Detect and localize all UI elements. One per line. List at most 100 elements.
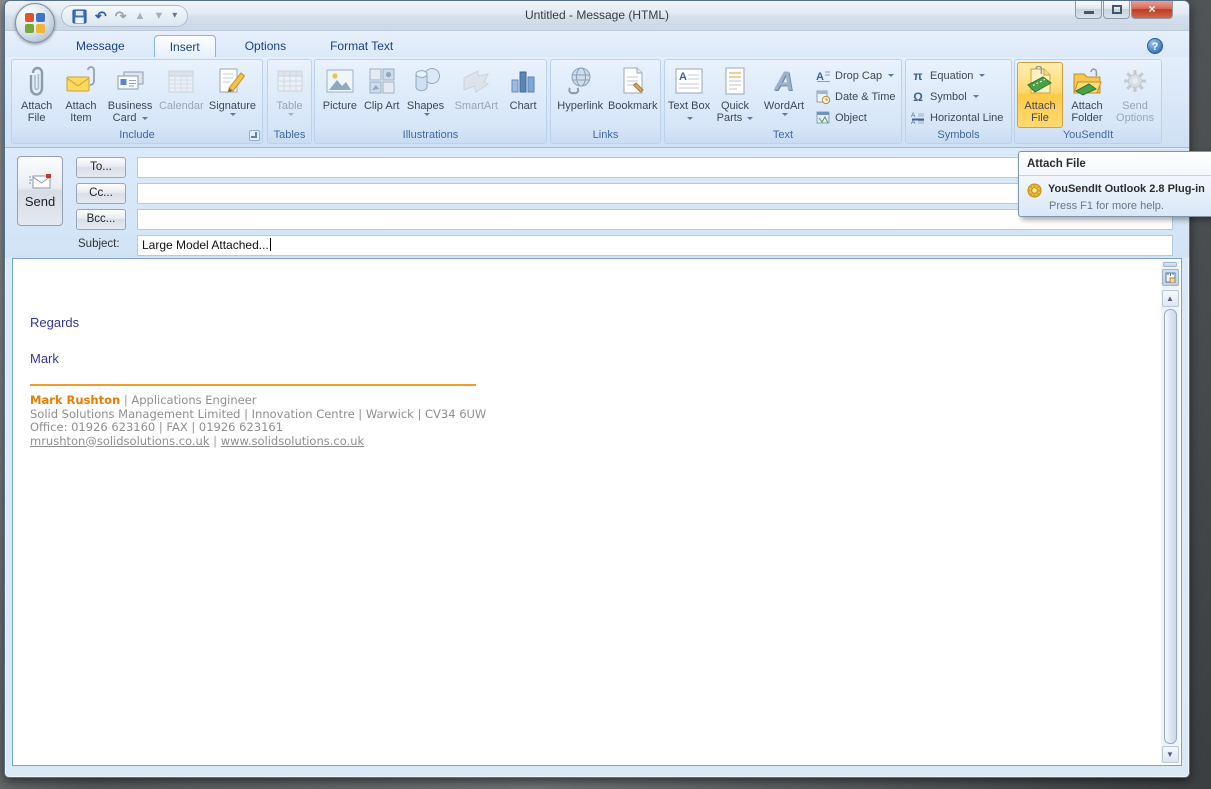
office-logo-icon (25, 13, 45, 33)
svg-text:A: A (911, 119, 916, 124)
group-label-illustrations: Illustrations (315, 128, 546, 143)
signature-links-line: mrushton@solidsolutions.co.uk | www.soli… (30, 435, 1181, 449)
minimize-icon (1084, 11, 1094, 14)
split-handle[interactable] (1163, 262, 1177, 267)
smartart-button[interactable]: SmartArt (450, 62, 502, 128)
group-label-symbols: Symbols (906, 128, 1011, 143)
tab-message[interactable]: Message (61, 35, 140, 57)
save-button[interactable] (72, 9, 87, 24)
group-label-yousendit: YouSendIt (1015, 128, 1161, 143)
clip-art-button[interactable]: Clip Art (363, 62, 401, 128)
dropdown-arrow-icon (142, 117, 148, 120)
send-options-button[interactable]: Send Options (1111, 62, 1159, 128)
gear-icon (1118, 65, 1152, 97)
to-button[interactable]: To... (76, 157, 126, 178)
horizontal-line-button[interactable]: AA Horizontal Line (906, 107, 1011, 128)
signature-website-link[interactable]: www.solidsolutions.co.uk (221, 434, 364, 448)
business-card-button[interactable]: Business Card (103, 62, 158, 128)
cc-button[interactable]: Cc... (76, 183, 126, 204)
bcc-button[interactable]: Bcc... (76, 209, 126, 230)
calendar-button[interactable]: Calendar (158, 62, 205, 128)
bookmark-icon (616, 65, 650, 97)
business-card-icon (113, 65, 147, 97)
globe-link-icon (563, 65, 597, 97)
scroll-down-button[interactable]: ▼ (1162, 746, 1179, 763)
horizontal-line-icon: AA (910, 110, 926, 126)
subject-field[interactable]: Large Model Attached... (137, 235, 1173, 256)
envelope-clip-icon (64, 65, 98, 97)
chart-icon (506, 65, 540, 97)
attach-file-button[interactable]: Attach File (14, 62, 59, 128)
view-ruler-button[interactable] (1162, 269, 1179, 286)
ribbon-group-include: Attach File Attach Item Business Card (11, 59, 263, 144)
wordart-icon: A (767, 65, 801, 97)
ribbon-tab-row: Message Insert Options Format Text (5, 31, 1189, 57)
close-button[interactable]: × (1131, 1, 1173, 19)
dropdown-arrow-icon (687, 117, 693, 120)
dialog-launcher-include[interactable] (249, 130, 260, 141)
symbol-button[interactable]: Ω Symbol (906, 86, 1011, 107)
date-time-icon (815, 89, 831, 105)
text-box-button[interactable]: A Text Box (667, 62, 711, 128)
message-body[interactable]: Regards Mark Mark Rushton | Applications… (12, 258, 1182, 766)
dropdown-arrow-icon (973, 95, 979, 98)
next-item-button[interactable]: ▼ (153, 9, 164, 23)
quick-parts-button[interactable]: Quick Parts (711, 62, 759, 128)
scrollbar-thumb[interactable] (1164, 309, 1177, 744)
tooltip-plugin-name: YouSendIt Outlook 2.8 Plug-in (1048, 183, 1205, 195)
picture-button[interactable]: Picture (317, 62, 363, 128)
wordart-button[interactable]: A WordArt (759, 62, 809, 128)
quick-parts-icon (718, 65, 752, 97)
maximize-button[interactable] (1103, 1, 1130, 19)
body-paragraph: Mark (30, 351, 1181, 366)
save-icon (72, 9, 87, 24)
yousendit-attach-file-button[interactable]: Attach File (1017, 62, 1063, 128)
message-header: Send To... Cc... Bcc... Subject: Large M… (5, 148, 1189, 258)
bookmark-button[interactable]: Bookmark (607, 62, 658, 128)
signature-phone-line: Office: 01926 623160 | FAX | 01926 62316… (30, 421, 1181, 435)
text-caret (270, 238, 271, 251)
signature-button[interactable]: Signature (205, 62, 260, 128)
date-time-button[interactable]: Date & Time (811, 86, 896, 107)
scroll-up-button[interactable]: ▲ (1162, 290, 1179, 307)
equation-button[interactable]: π Equation (906, 65, 1011, 86)
customize-qat-button[interactable]: ▾ (172, 9, 177, 23)
send-button[interactable]: Send (17, 156, 63, 226)
signature-email-link[interactable]: mrushton@solidsolutions.co.uk (30, 434, 210, 448)
office-button[interactable] (15, 3, 55, 43)
vertical-scrollbar: ▲ ▼ (1161, 261, 1179, 763)
view-ruler-icon (1165, 272, 1176, 283)
object-button[interactable]: Object (811, 107, 896, 128)
chart-button[interactable]: Chart (502, 62, 544, 128)
help-button[interactable]: ? (1147, 38, 1163, 54)
tooltip-attach-file: Attach File YouSendIt Outlook 2.8 Plug-i… (1018, 151, 1211, 217)
dropdown-arrow-icon (424, 113, 430, 116)
ribbon-group-illustrations: Picture Clip Art Shapes (314, 59, 547, 144)
tab-format-text[interactable]: Format Text (315, 35, 408, 57)
tab-options[interactable]: Options (230, 35, 301, 57)
minimize-button[interactable] (1075, 1, 1102, 19)
redo-button[interactable]: ↷ (115, 9, 127, 23)
tooltip-help-text: Press F1 for more help. (1019, 198, 1211, 212)
attach-item-button[interactable]: Attach Item (59, 62, 102, 128)
group-label-include: Include (12, 128, 262, 143)
undo-button[interactable]: ↶ (95, 9, 107, 23)
svg-text:A: A (679, 71, 687, 83)
drop-cap-button[interactable]: A Drop Cap (811, 65, 896, 86)
yousendit-logo-icon (1027, 183, 1042, 198)
group-label-tables: Tables (268, 128, 311, 143)
group-label-links: Links (551, 128, 660, 143)
previous-item-button[interactable]: ▲ (134, 9, 145, 23)
ribbon: Attach File Attach Item Business Card (5, 57, 1189, 148)
table-icon (273, 65, 307, 97)
shapes-button[interactable]: Shapes (401, 62, 451, 128)
shapes-icon (409, 65, 443, 97)
signature-name-line: Mark Rushton | Applications Engineer (30, 394, 1181, 408)
paperclip-icon (20, 65, 54, 97)
table-button[interactable]: Table (270, 62, 309, 128)
tab-insert[interactable]: Insert (154, 35, 216, 57)
yousendit-attach-folder-button[interactable]: Attach Folder (1063, 62, 1111, 128)
signature-name: Mark Rushton (30, 393, 120, 407)
clip-art-icon (365, 65, 399, 97)
hyperlink-button[interactable]: Hyperlink (553, 62, 607, 128)
